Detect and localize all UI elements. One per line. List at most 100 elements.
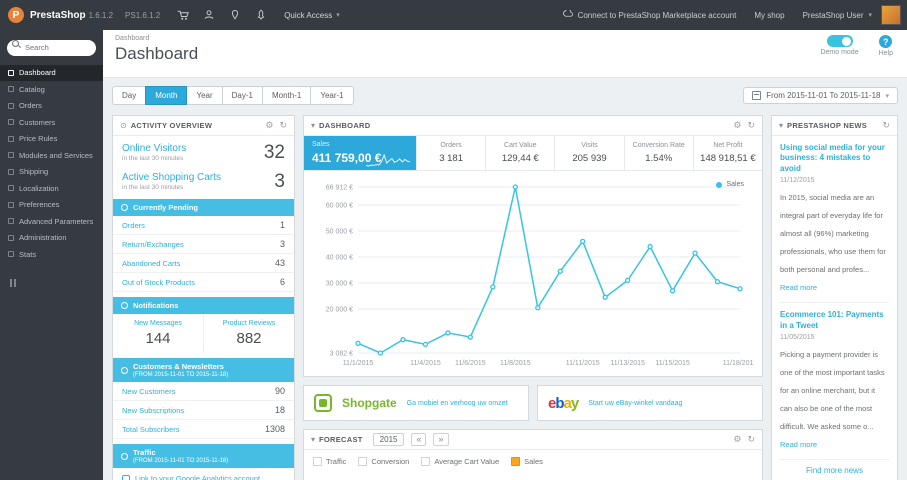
- period-month-button[interactable]: Month: [145, 86, 188, 105]
- svg-text:11/13/2015: 11/13/2015: [610, 360, 645, 367]
- sidebar-item-localization[interactable]: Localization: [0, 180, 103, 197]
- active-carts-link[interactable]: Active Shopping Carts: [122, 172, 221, 183]
- price-rules-icon: [8, 135, 14, 142]
- kpi-net-profit[interactable]: Net Profit 148 918,51 €: [692, 136, 762, 170]
- customers-row-new: New Customers 90: [113, 382, 294, 401]
- forecast-avg-cart-checkbox[interactable]: Average Cart Value: [421, 457, 499, 466]
- rocket-icon[interactable]: [248, 0, 274, 30]
- gear-icon[interactable]: ⚙: [265, 121, 273, 130]
- ebay-link[interactable]: Start uw eBay-winkel vandaag: [588, 400, 682, 407]
- clock-icon: [121, 204, 128, 211]
- forecast-prev-button[interactable]: «: [411, 433, 427, 446]
- kpi-conversion-rate[interactable]: Conversion Rate 1.54%: [623, 136, 693, 170]
- marketplace-link[interactable]: Connect to PrestaShop Marketplace accoun…: [554, 0, 746, 30]
- kpi-value: 148 918,51 €: [700, 153, 756, 164]
- svg-text:11/11/2015: 11/11/2015: [566, 360, 600, 367]
- customers-banner-subtitle: (FROM 2015-11-01 TO 2015-11-18): [133, 372, 229, 378]
- pending-orders-link[interactable]: Orders: [122, 221, 145, 230]
- refresh-icon[interactable]: ↻: [279, 121, 287, 130]
- sidebar-item-administration[interactable]: Administration: [0, 230, 103, 247]
- abandoned-carts-value: 43: [274, 258, 285, 268]
- demo-mode-label: Demo mode: [820, 49, 859, 56]
- sidebar-item-stats[interactable]: Stats: [0, 246, 103, 263]
- period-day-button[interactable]: Day: [112, 86, 147, 105]
- header-tools: Demo mode ? Help: [820, 35, 893, 57]
- filter-bar: Day Month Year Day-1 Month-1 Year-1 From…: [112, 86, 898, 105]
- period-month-1-button[interactable]: Month-1: [261, 86, 312, 105]
- sidebar-item-advanced-parameters[interactable]: Advanced Parameters: [0, 213, 103, 230]
- abandoned-carts-link[interactable]: Abandoned Carts: [122, 259, 180, 268]
- sidebar-item-price-rules[interactable]: Price Rules: [0, 131, 103, 148]
- profile-icon[interactable]: [196, 0, 222, 30]
- new-messages-link[interactable]: New Messages: [115, 320, 201, 327]
- breadcrumb: Dashboard: [115, 35, 150, 42]
- forecast-traffic-checkbox[interactable]: Traffic: [313, 457, 346, 466]
- news-article-title[interactable]: Ecommerce 101: Payments in a Tweet: [780, 310, 889, 331]
- product-reviews-link[interactable]: Product Reviews: [206, 320, 292, 327]
- quick-access-menu[interactable]: Quick Access ▾: [274, 0, 350, 30]
- pending-returns-link[interactable]: Return/Exchanges: [122, 240, 184, 249]
- online-visitors-value: 32: [263, 142, 285, 163]
- period-buttons: Day Month Year Day-1 Month-1 Year-1: [112, 86, 354, 105]
- date-range-text: From 2015-11-01 To 2015-11-18: [766, 91, 881, 100]
- period-year-button[interactable]: Year: [186, 86, 223, 105]
- user-menu[interactable]: PrestaShop User ▾: [794, 0, 881, 30]
- refresh-icon[interactable]: ↻: [882, 121, 890, 130]
- my-shop-link[interactable]: My shop: [745, 0, 793, 30]
- help-icon[interactable]: ?: [879, 35, 893, 48]
- forecast-year-select[interactable]: 2015: [372, 433, 405, 446]
- brand-name: PrestaShop: [30, 9, 86, 21]
- sidebar-item-preferences[interactable]: Preferences: [0, 197, 103, 214]
- total-subscribers-link[interactable]: Total Subscribers: [122, 425, 180, 434]
- svg-text:66 912 €: 66 912 €: [326, 185, 353, 192]
- refresh-icon[interactable]: ↻: [747, 435, 755, 444]
- find-more-news-link[interactable]: Find more news: [780, 458, 889, 480]
- out-of-stock-link[interactable]: Out of Stock Products: [122, 278, 195, 287]
- gear-icon[interactable]: ⚙: [733, 435, 741, 444]
- link-icon: [122, 474, 130, 480]
- marketplace-icon: [562, 10, 573, 17]
- kpi-value: 205 939: [572, 153, 607, 164]
- date-range-picker[interactable]: From 2015-11-01 To 2015-11-18 ▾: [743, 87, 898, 104]
- topbar: P PrestaShop 1.6.1.2 PS1.6.1.2 Quick Acc…: [0, 0, 907, 30]
- google-analytics-link[interactable]: Link to your Google Analytics account: [135, 474, 260, 480]
- demo-mode-toggle[interactable]: [826, 35, 853, 47]
- news-panel-title: PRESTASHOP NEWS: [787, 121, 868, 130]
- news-article-date: 11/05/2015: [780, 333, 815, 341]
- chevron-down-icon: ▾: [336, 12, 340, 19]
- search-icon: [12, 40, 20, 48]
- period-day-1-button[interactable]: Day-1: [221, 86, 263, 105]
- online-visitors-link[interactable]: Online Visitors: [122, 143, 186, 154]
- shopgate-link[interactable]: Ga mobiel en verhoog uw omzet: [407, 400, 508, 407]
- forecast-conversion-checkbox[interactable]: Conversion: [358, 457, 409, 466]
- collapse-menu-button[interactable]: [10, 278, 103, 287]
- period-year-1-button[interactable]: Year-1: [310, 86, 354, 105]
- product-reviews-value: 882: [236, 330, 262, 347]
- kpi-sales[interactable]: Sales 411 759,00 €: [304, 136, 416, 170]
- read-more-link[interactable]: Read more: [780, 283, 817, 292]
- pending-row-returns: Return/Exchanges 3: [113, 235, 294, 254]
- sidebar-item-customers[interactable]: Customers: [0, 114, 103, 131]
- gear-icon[interactable]: ⚙: [733, 121, 741, 130]
- new-subscriptions-link[interactable]: New Subscriptions: [122, 406, 184, 415]
- cart-icon[interactable]: [170, 0, 196, 30]
- avatar[interactable]: [881, 5, 901, 25]
- forecast-next-button[interactable]: »: [433, 433, 449, 446]
- sidebar-item-label: Catalog: [19, 84, 45, 94]
- kpi-orders[interactable]: Orders 3 181: [416, 136, 485, 170]
- sidebar-item-modules[interactable]: Modules and Services: [0, 147, 103, 164]
- sidebar-item-shipping[interactable]: Shipping: [0, 164, 103, 181]
- kpi-visits[interactable]: Visits 205 939: [554, 136, 623, 170]
- refresh-icon[interactable]: ↻: [747, 121, 755, 130]
- news-article-title[interactable]: Using social media for your business: 4 …: [780, 143, 889, 174]
- pin-icon[interactable]: [222, 0, 248, 30]
- kpi-cart-value[interactable]: Cart Value 129,44 €: [485, 136, 554, 170]
- read-more-link[interactable]: Read more: [780, 440, 817, 449]
- forecast-sales-checkbox[interactable]: Sales: [511, 457, 543, 466]
- sidebar-item-orders[interactable]: Orders: [0, 98, 103, 115]
- bell-icon: [121, 302, 128, 309]
- sidebar-item-catalog[interactable]: Catalog: [0, 81, 103, 98]
- new-customers-link[interactable]: New Customers: [122, 387, 175, 396]
- sidebar-item-dashboard[interactable]: Dashboard: [0, 64, 103, 81]
- news-article-excerpt: Picking a payment provider is one of the…: [780, 349, 885, 431]
